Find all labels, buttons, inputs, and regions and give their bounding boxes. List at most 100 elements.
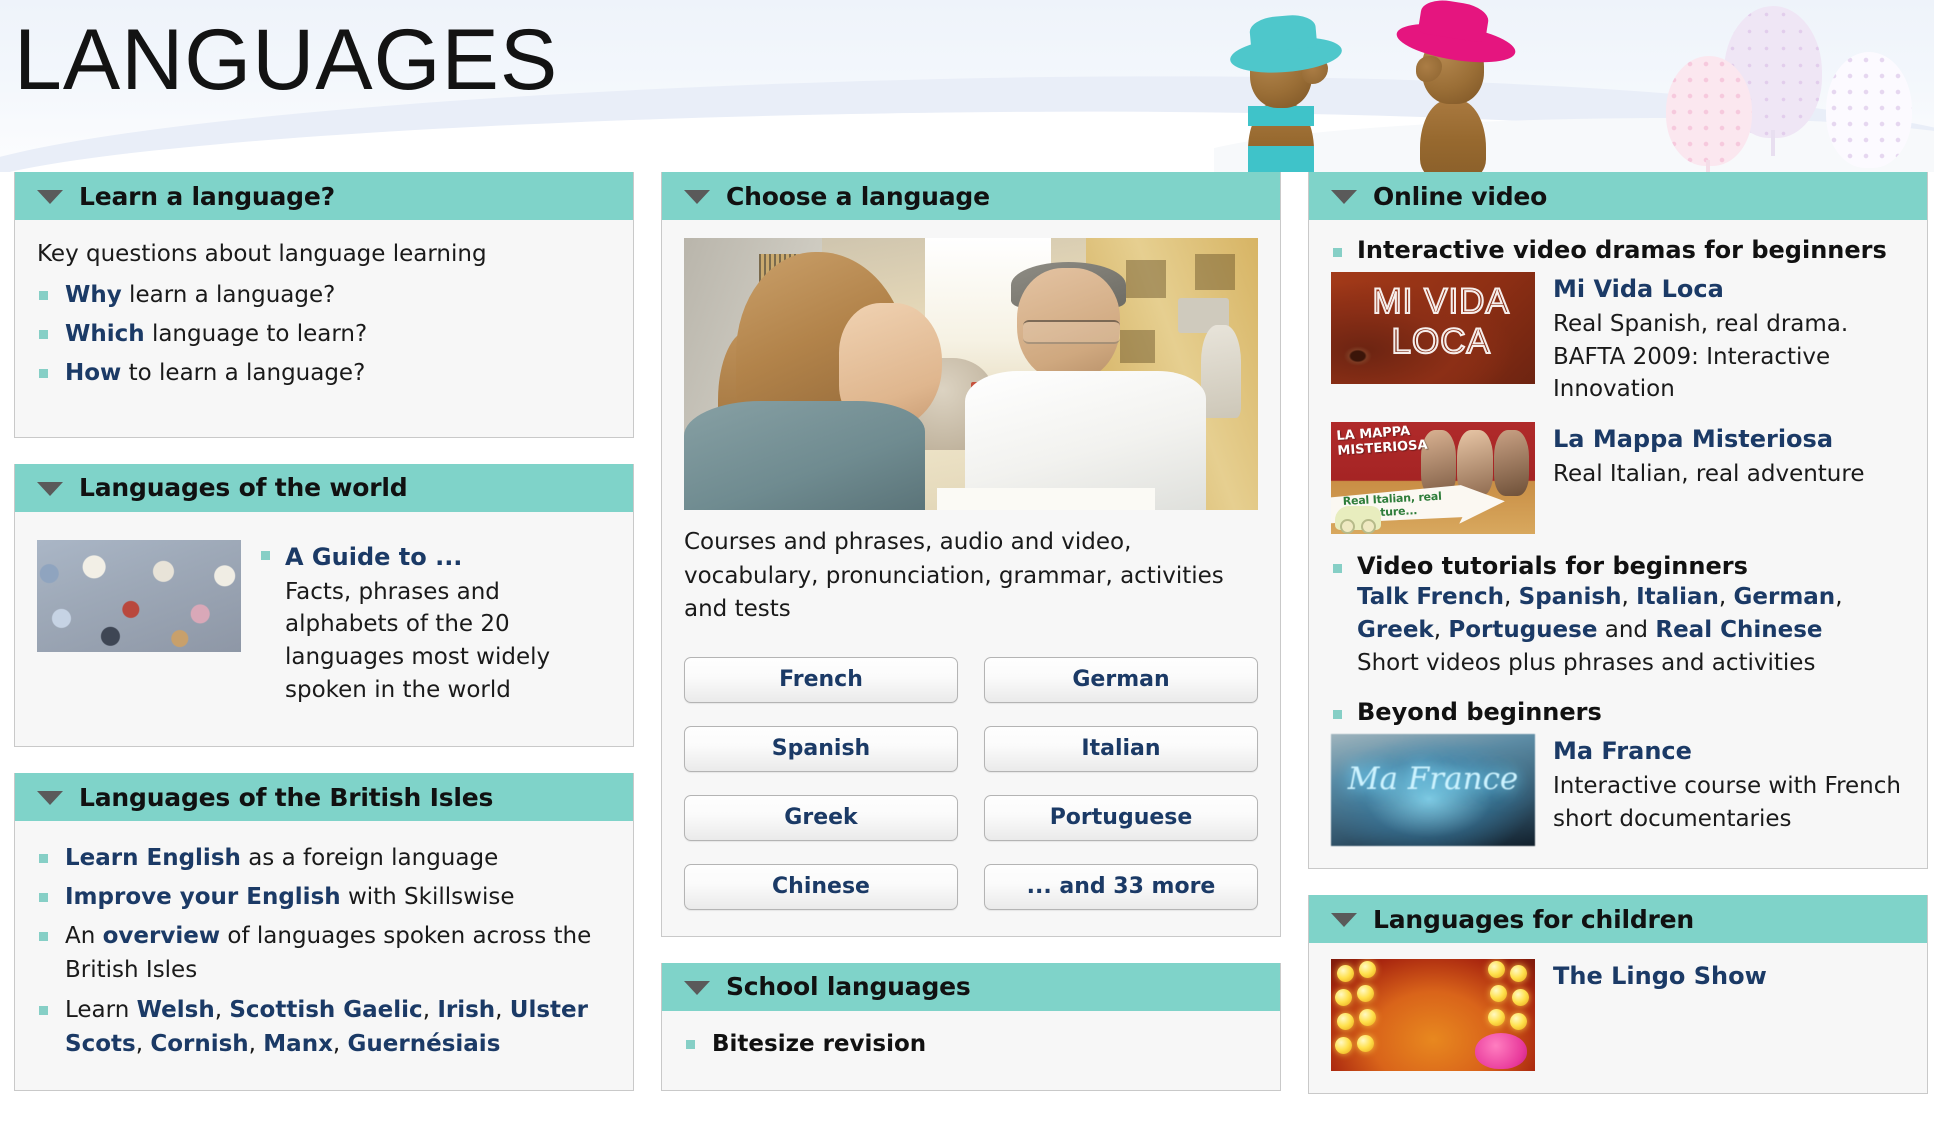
- language-button-greek[interactable]: Greek: [684, 794, 958, 841]
- link-a-guide-to[interactable]: A Guide to ...: [285, 540, 611, 574]
- list-item[interactable]: Learn English as a foreign language: [37, 841, 611, 875]
- list-item[interactable]: Learn Welsh, Scottish Gaelic, Irish, Uls…: [37, 993, 611, 1061]
- photo-background-person: [1200, 325, 1241, 418]
- list-item[interactable]: Bitesize revision: [684, 1027, 1258, 1061]
- link-talk-spanish[interactable]: Spanish: [1519, 584, 1622, 610]
- link-welsh[interactable]: Welsh: [137, 997, 215, 1023]
- dotted-tree-white-icon: [1826, 52, 1912, 168]
- panel-header-online-video[interactable]: Online video: [1309, 172, 1927, 220]
- chevron-down-icon[interactable]: [1331, 913, 1357, 928]
- language-button-german[interactable]: German: [984, 656, 1258, 703]
- list-item[interactable]: Improve your English with Skillswise: [37, 880, 611, 914]
- panel-header-languages-for-children[interactable]: Languages for children: [1309, 895, 1927, 944]
- chevron-down-icon[interactable]: [37, 481, 63, 496]
- language-button-french[interactable]: French: [684, 656, 958, 703]
- link-real-chinese[interactable]: Real Chinese: [1655, 617, 1822, 643]
- bullet-square-icon: [1333, 710, 1342, 720]
- list-item-pre: An: [65, 923, 103, 950]
- media-item-mi-vida-loca: MI VIDA LOCA Mi Vida Loca Real Spanish, …: [1331, 272, 1905, 406]
- link-bitesize-revision[interactable]: Bitesize revision: [712, 1031, 926, 1057]
- the-lingo-show-thumbnail[interactable]: [1331, 959, 1535, 1072]
- content-columns: Learn a language? Key questions about la…: [0, 172, 1934, 1148]
- crowd-of-people-thumbnail[interactable]: [37, 539, 241, 652]
- link-manx[interactable]: Manx: [263, 1031, 333, 1057]
- link-talk-italian[interactable]: Italian: [1636, 584, 1719, 610]
- list-item[interactable]: An overview of languages spoken across t…: [37, 919, 611, 987]
- list-item[interactable]: Why learn a language?: [37, 278, 611, 312]
- la-mappa-misteriosa-thumbnail[interactable]: LA MAPPA MISTERIOSA Real Italian, real a…: [1331, 422, 1535, 535]
- comma: ,: [422, 996, 438, 1023]
- chevron-down-icon[interactable]: [37, 190, 63, 204]
- panel-header-languages-of-the-british-isles[interactable]: Languages of the British Isles: [15, 773, 633, 822]
- list-item-pre: Learn: [65, 996, 137, 1023]
- media-text-guide: A Guide to ... Facts, phrases and alphab…: [259, 540, 611, 707]
- link-overview[interactable]: overview: [103, 923, 220, 949]
- learn-a-language-intro: Key questions about language learning: [37, 241, 487, 267]
- stage-bulb: [1488, 1009, 1505, 1027]
- language-button-spanish[interactable]: Spanish: [684, 725, 958, 772]
- panel-header-school-languages[interactable]: School languages: [662, 962, 1280, 1011]
- panel-online-video: Online video Interactive video dramas fo…: [1308, 172, 1928, 870]
- link-why[interactable]: Why: [65, 282, 122, 308]
- list-item[interactable]: How to learn a language?: [37, 356, 611, 390]
- comma: ,: [214, 996, 230, 1023]
- two-people-talking-street-cafe-photo[interactable]: [684, 238, 1258, 510]
- mi-vida-loca-thumbnail[interactable]: MI VIDA LOCA: [1331, 272, 1535, 384]
- heading-video-tutorials: Video tutorials for beginners: [1357, 552, 1748, 581]
- chevron-down-icon[interactable]: [684, 980, 710, 995]
- online-video-group-beyond: Beyond beginners: [1331, 698, 1905, 726]
- languages-homepage: LANGUAGES Learn a language? Key question…: [0, 0, 1934, 1148]
- stage-bulb: [1337, 1013, 1354, 1031]
- link-which[interactable]: Which: [65, 321, 145, 347]
- media-text-la-mappa-misteriosa: La Mappa Misteriosa Real Italian, real a…: [1553, 422, 1865, 534]
- link-cornish[interactable]: Cornish: [150, 1031, 248, 1057]
- panel-body-languages-of-the-british-isles: Learn English as a foreign language Impr…: [15, 821, 633, 1089]
- link-ma-france[interactable]: Ma France: [1553, 734, 1905, 768]
- stage-bulb: [1335, 989, 1352, 1007]
- mi-vida-loca-face: [1337, 338, 1389, 378]
- panel-body-school-languages: Bitesize revision: [662, 1011, 1280, 1090]
- link-learn-english[interactable]: Learn English: [65, 845, 241, 871]
- link-irish[interactable]: Irish: [437, 997, 495, 1023]
- ma-france-thumb-text: Ma France: [1347, 761, 1519, 798]
- language-button-italian[interactable]: Italian: [984, 725, 1258, 772]
- peg-stripe-teal-bottom: [1248, 146, 1314, 172]
- link-the-lingo-show[interactable]: The Lingo Show: [1553, 959, 1767, 993]
- conjunction: and: [1597, 617, 1656, 644]
- panel-body-learn-a-language: Key questions about language learning Wh…: [15, 220, 633, 437]
- panel-header-choose-a-language[interactable]: Choose a language: [662, 172, 1280, 220]
- panel-header-learn-a-language[interactable]: Learn a language?: [15, 172, 633, 220]
- panel-body-online-video: Interactive video dramas for beginners M…: [1309, 220, 1927, 868]
- guide-description: Facts, phrases and alphabets of the 20 l…: [285, 578, 551, 703]
- page-masthead: LANGUAGES: [0, 0, 1934, 172]
- link-talk-greek[interactable]: Greek: [1357, 617, 1434, 643]
- link-talk-french[interactable]: Talk French: [1357, 584, 1504, 610]
- choose-a-language-description: Courses and phrases, audio and video, vo…: [684, 529, 1224, 623]
- panel-header-languages-of-the-world[interactable]: Languages of the world: [15, 463, 633, 512]
- language-button-portuguese[interactable]: Portuguese: [984, 794, 1258, 841]
- language-button-and-33-more[interactable]: ... and 33 more: [984, 863, 1258, 910]
- link-scottish-gaelic[interactable]: Scottish Gaelic: [229, 997, 422, 1023]
- chevron-down-icon[interactable]: [1331, 190, 1357, 204]
- mappa-car: [1335, 506, 1381, 535]
- chevron-down-icon[interactable]: [684, 190, 710, 204]
- link-talk-portuguese[interactable]: Portuguese: [1448, 617, 1597, 643]
- link-guernesiais[interactable]: Guernésiais: [348, 1031, 501, 1057]
- language-button-chinese[interactable]: Chinese: [684, 863, 958, 910]
- link-how[interactable]: How: [65, 360, 121, 386]
- panel-body-languages-of-the-world: A Guide to ... Facts, phrases and alphab…: [15, 512, 633, 747]
- link-mi-vida-loca[interactable]: Mi Vida Loca: [1553, 272, 1905, 306]
- media-item-la-mappa-misteriosa: LA MAPPA MISTERIOSA Real Italian, real a…: [1331, 422, 1905, 535]
- bullet-square-icon: [1333, 564, 1342, 574]
- panel-title-languages-of-the-world: Languages of the world: [79, 473, 408, 503]
- language-buttons-grid: French German Spanish Italian Greek Port…: [684, 656, 1258, 910]
- photo-paper-on-table: [936, 488, 1155, 510]
- ma-france-thumbnail[interactable]: Ma France: [1331, 734, 1535, 847]
- link-la-mappa-misteriosa[interactable]: La Mappa Misteriosa: [1553, 422, 1865, 456]
- link-talk-german[interactable]: German: [1734, 584, 1836, 610]
- stage-bulb: [1335, 1037, 1352, 1055]
- comma: ,: [1835, 584, 1843, 611]
- link-improve-your-english[interactable]: Improve your English: [65, 884, 341, 910]
- chevron-down-icon[interactable]: [37, 791, 63, 806]
- list-item[interactable]: Which language to learn?: [37, 317, 611, 351]
